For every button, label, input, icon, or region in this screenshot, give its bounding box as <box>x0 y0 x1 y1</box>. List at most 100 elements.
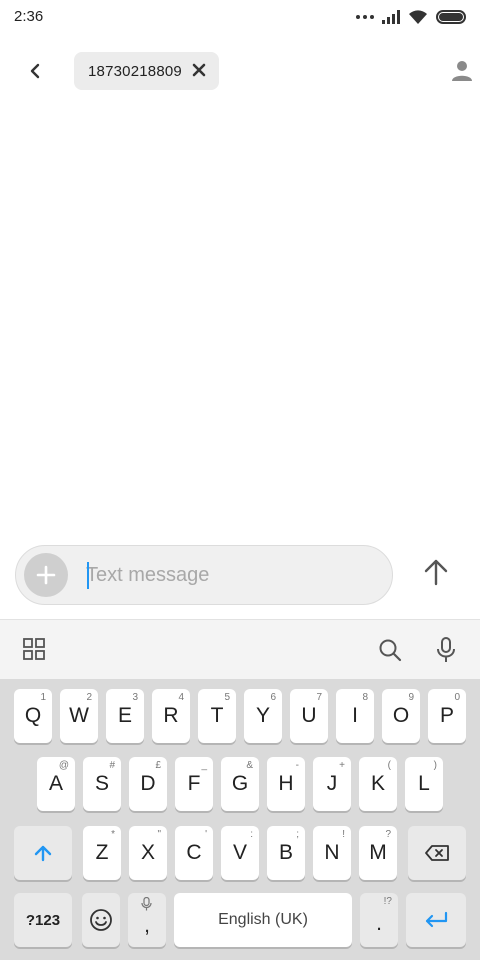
grid-icon[interactable] <box>23 638 45 660</box>
key-label: A <box>48 772 63 795</box>
shift-key[interactable] <box>14 826 72 880</box>
key-label: C <box>186 841 202 864</box>
key-x[interactable]: " X <box>129 826 167 880</box>
key-label: Z <box>95 841 109 864</box>
key-hint: + <box>339 760 345 771</box>
person-icon[interactable] <box>448 57 476 85</box>
period-label: . <box>376 912 382 935</box>
key-hint: 2 <box>86 692 92 703</box>
recipient-chip[interactable]: 18730218809 <box>74 52 219 90</box>
backspace-icon <box>425 845 449 861</box>
key-label: X <box>140 841 155 864</box>
key-m[interactable]: ? M <box>359 826 397 880</box>
key-a[interactable]: @ A <box>37 757 75 811</box>
key-label: N <box>324 841 340 864</box>
wifi-icon <box>409 10 427 24</box>
key-label: M <box>369 841 387 864</box>
battery-icon <box>436 10 466 24</box>
key-label: W <box>69 704 89 727</box>
search-icon[interactable] <box>378 638 402 662</box>
key-i[interactable]: 8I <box>336 689 374 743</box>
key-z[interactable]: * Z <box>83 826 121 880</box>
enter-icon <box>425 911 448 928</box>
key-w[interactable]: 2W <box>60 689 98 743</box>
backspace-key[interactable] <box>408 826 466 880</box>
key-c[interactable]: ' C <box>175 826 213 880</box>
key-hint: ! <box>342 829 345 840</box>
key-label: J <box>326 772 338 795</box>
key-hint: ) <box>433 760 437 771</box>
close-icon[interactable] <box>191 62 207 78</box>
key-hint: * <box>111 829 115 840</box>
key-f[interactable]: _ F <box>175 757 213 811</box>
recipient-number: 18730218809 <box>88 62 182 80</box>
key-label: Y <box>255 704 270 727</box>
key-b[interactable]: ; B <box>267 826 305 880</box>
message-input[interactable] <box>86 558 376 592</box>
key-label: P <box>439 704 454 727</box>
key-label: U <box>301 704 317 727</box>
key-label: T <box>210 704 224 727</box>
key-u[interactable]: 7U <box>290 689 328 743</box>
key-hint: 0 <box>454 692 460 703</box>
key-r[interactable]: 4R <box>152 689 190 743</box>
key-hint: " <box>157 829 161 840</box>
back-chevron-icon <box>30 63 40 79</box>
send-button[interactable] <box>418 554 454 590</box>
key-hint: 1 <box>40 692 46 703</box>
key-label: B <box>278 841 293 864</box>
emoji-key[interactable] <box>82 893 120 947</box>
key-t[interactable]: 5T <box>198 689 236 743</box>
enter-key[interactable] <box>406 893 466 947</box>
key-s[interactable]: # S <box>83 757 121 811</box>
key-p[interactable]: 0P <box>428 689 466 743</box>
key-hint: 7 <box>316 692 322 703</box>
key-q[interactable]: 1Q <box>14 689 52 743</box>
key-label: L <box>418 772 430 795</box>
period-key[interactable]: !? . <box>360 893 398 947</box>
key-label: K <box>370 772 385 795</box>
keyboard-toolbar <box>0 619 480 679</box>
key-hint: 5 <box>224 692 230 703</box>
key-label: G <box>231 772 249 795</box>
emoji-icon <box>90 909 112 931</box>
comma-label: , <box>144 914 150 937</box>
mic-hint-icon <box>141 897 152 911</box>
key-hint: 4 <box>178 692 184 703</box>
key-o[interactable]: 9O <box>382 689 420 743</box>
key-j[interactable]: + J <box>313 757 351 811</box>
key-e[interactable]: 3E <box>106 689 144 743</box>
space-key[interactable]: English (UK) <box>174 893 352 947</box>
back-button[interactable] <box>20 55 50 87</box>
period-hint: !? <box>383 896 392 907</box>
key-n[interactable]: ! N <box>313 826 351 880</box>
status-bar: 2:36 <box>0 0 480 34</box>
key-hint: - <box>295 760 299 771</box>
comma-key[interactable]: , <box>128 893 166 947</box>
key-hint: £ <box>155 760 161 771</box>
key-label: D <box>140 772 156 795</box>
key-k[interactable]: (K <box>359 757 397 811</box>
key-hint: @ <box>58 760 69 771</box>
key-hint: 3 <box>132 692 138 703</box>
key-label: S <box>94 772 109 795</box>
key-l[interactable]: ) L <box>405 757 443 811</box>
attach-button[interactable] <box>24 553 68 597</box>
plus-icon <box>36 565 56 585</box>
key-v[interactable]: :V <box>221 826 259 880</box>
key-hint: ' <box>205 829 207 840</box>
key-label: H <box>278 772 294 795</box>
key-hint: _ <box>201 760 207 771</box>
mic-icon[interactable] <box>436 637 456 663</box>
key-label: I <box>352 704 358 727</box>
symbols-key[interactable]: ?123 <box>14 893 72 947</box>
key-hint: 9 <box>408 692 414 703</box>
key-label: V <box>232 841 247 864</box>
key-y[interactable]: 6Y <box>244 689 282 743</box>
key-h[interactable]: -H <box>267 757 305 811</box>
key-hint: 8 <box>362 692 368 703</box>
key-label: F <box>187 772 201 795</box>
key-d[interactable]: £ D <box>129 757 167 811</box>
key-g[interactable]: & G <box>221 757 259 811</box>
key-hint: ; <box>296 829 299 840</box>
